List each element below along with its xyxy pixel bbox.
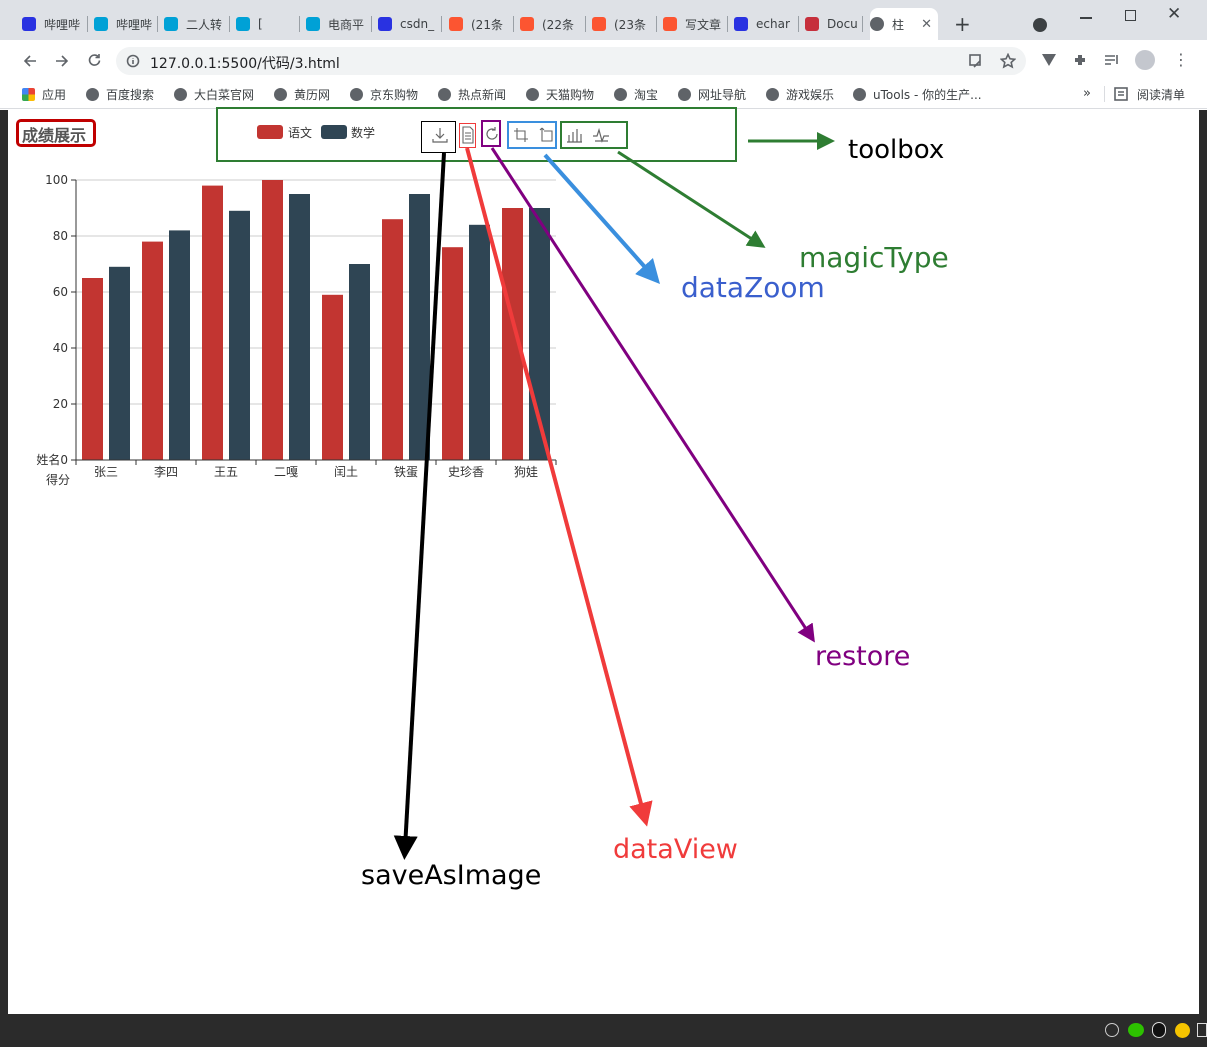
annotation-overlay <box>393 132 835 860</box>
data-view-label: dataView <box>613 834 738 865</box>
restore-arrow <box>490 147 815 643</box>
save-as-image-label: saveAsImage <box>361 860 542 891</box>
restore-label: restore <box>815 641 911 672</box>
magic-type-label: magicType <box>799 241 949 274</box>
data-zoom-label: dataZoom <box>681 271 825 304</box>
save-as-image-arrow <box>393 152 446 860</box>
tray-window-icon[interactable] <box>1197 1023 1207 1037</box>
taskbar <box>0 1014 1207 1047</box>
data-view-arrow <box>465 147 653 827</box>
tray-plus-icon[interactable] <box>1175 1023 1190 1038</box>
magic-type-arrow <box>617 150 766 248</box>
data-zoom-arrow <box>543 153 660 284</box>
toolbox-label: toolbox <box>848 135 945 165</box>
qq-icon[interactable] <box>1152 1022 1166 1038</box>
wechat-icon[interactable] <box>1128 1023 1144 1037</box>
tray-app-icon[interactable] <box>1105 1023 1119 1037</box>
